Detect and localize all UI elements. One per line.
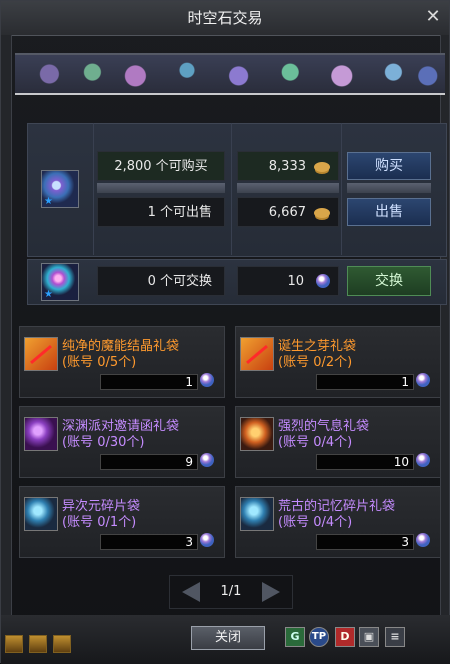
- time-space-stone-icon: ★: [41, 170, 79, 208]
- buy-button[interactable]: 购买: [347, 152, 431, 180]
- item-limit: (账号 0/2个): [278, 355, 353, 370]
- crystal-gem-icon: [316, 274, 330, 288]
- item-card[interactable]: 荒古的记忆碎片礼袋 (账号 0/4个) 3: [235, 486, 441, 558]
- item-card[interactable]: 异次元碎片袋 (账号 0/1个) 3: [19, 486, 225, 558]
- item-card[interactable]: 纯净的魔能结晶礼袋 (账号 0/5个) 1: [19, 326, 225, 398]
- exchange-button[interactable]: 交换: [347, 266, 431, 296]
- hotbar-slot-icon[interactable]: [5, 635, 23, 653]
- right-border: [440, 35, 449, 615]
- image-shortcut-icon[interactable]: ▣: [359, 627, 379, 647]
- crystal-banner-image: [15, 53, 445, 95]
- quantity-field[interactable]: 10: [316, 454, 414, 470]
- gold-coin-icon: [314, 208, 330, 218]
- buy-price-field: 8,333: [237, 151, 339, 181]
- crystal-gem-icon: [416, 533, 430, 547]
- item-limit: (账号 0/4个): [278, 435, 353, 450]
- crystal-gem-icon: [200, 373, 214, 387]
- red-cross-bag-icon: [240, 337, 274, 371]
- row-divider: [237, 183, 339, 193]
- item-card[interactable]: 强烈的气息礼袋 (账号 0/4个) 10: [235, 406, 441, 478]
- dimension-shard-icon: [24, 497, 58, 531]
- exchange-orb-icon: ★: [41, 263, 79, 301]
- item-limit: (账号 0/4个): [278, 515, 353, 530]
- crystal-gem-icon: [200, 533, 214, 547]
- quantity-field[interactable]: 1: [100, 374, 198, 390]
- flame-hero-icon: [240, 417, 274, 451]
- quantity-field[interactable]: 9: [100, 454, 198, 470]
- hotbar-slot-icon[interactable]: [29, 635, 47, 653]
- sell-available-text: 1 个可出售: [97, 197, 225, 227]
- d-shortcut-icon[interactable]: D: [335, 627, 355, 647]
- title-bar[interactable]: 时空石交易 ✕: [1, 1, 449, 36]
- sell-price-value: 6,667: [268, 205, 306, 220]
- time-space-stone-trade-window: 时空石交易 ✕ ★ 2,800 个可购买 1 个可出售 8,333 6,667 …: [0, 0, 450, 664]
- exchange-cost-value: 10: [287, 274, 304, 289]
- quantity-field[interactable]: 1: [316, 374, 414, 390]
- buy-price-value: 8,333: [268, 159, 306, 174]
- crystal-gem-icon: [416, 453, 430, 467]
- left-border: [1, 35, 12, 615]
- sell-price-field: 6,667: [237, 197, 339, 227]
- item-limit: (账号 0/1个): [62, 515, 137, 530]
- gold-coin-icon: [314, 162, 330, 172]
- exchange-available-text: 0 个可交换: [97, 266, 225, 296]
- buy-available-text: 2,800 个可购买: [97, 151, 225, 181]
- red-cross-bag-icon: [24, 337, 58, 371]
- star-badge-icon: ★: [44, 289, 53, 300]
- hotbar-slot-icon[interactable]: [53, 635, 71, 653]
- close-icon[interactable]: ✕: [423, 7, 443, 27]
- crystal-gem-icon: [416, 373, 430, 387]
- crystal-gem-icon: [200, 453, 214, 467]
- quantity-field[interactable]: 3: [316, 534, 414, 550]
- close-button[interactable]: 关闭: [191, 626, 265, 650]
- star-badge-icon: ★: [44, 196, 53, 207]
- item-limit: (账号 0/30个): [62, 435, 145, 450]
- item-card[interactable]: 诞生之芽礼袋 (账号 0/2个) 1: [235, 326, 441, 398]
- item-card[interactable]: 深渊派对邀请函礼袋 (账号 0/30个) 9: [19, 406, 225, 478]
- row-divider: [97, 183, 225, 193]
- menu-shortcut-icon[interactable]: ≡: [385, 627, 405, 647]
- window-title: 时空石交易: [187, 9, 263, 27]
- purple-skull-icon: [24, 417, 58, 451]
- sell-button[interactable]: 出售: [347, 198, 431, 226]
- next-page-arrow-icon[interactable]: [258, 580, 282, 604]
- item-limit: (账号 0/5个): [62, 355, 137, 370]
- row-divider: [347, 183, 431, 193]
- pager: 1/1: [169, 575, 293, 609]
- quantity-field[interactable]: 3: [100, 534, 198, 550]
- g-shortcut-icon[interactable]: G: [285, 627, 305, 647]
- tp-shortcut-icon[interactable]: TP: [309, 627, 329, 647]
- exchange-cost-field: 10: [237, 266, 339, 296]
- memory-shard-icon: [240, 497, 274, 531]
